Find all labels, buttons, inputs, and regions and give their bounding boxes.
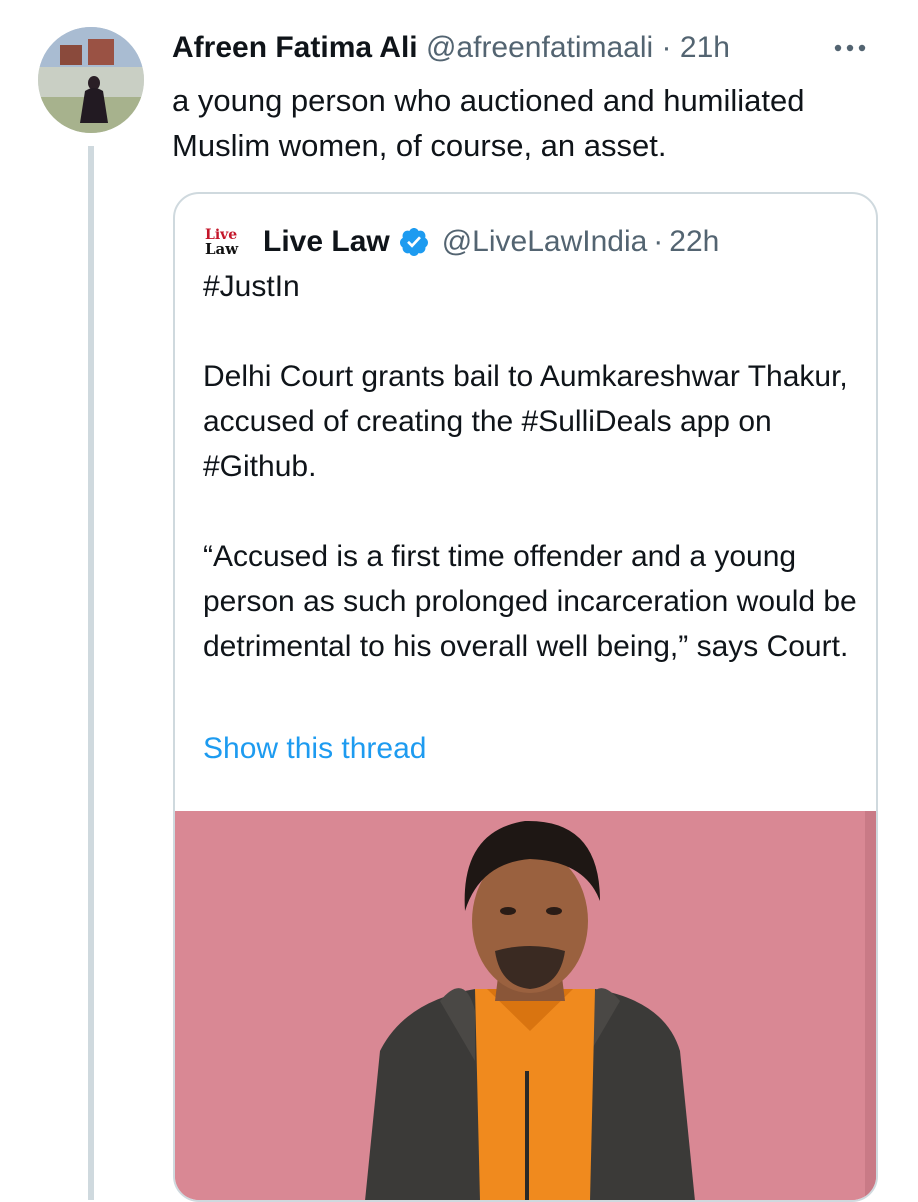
show-thread-link[interactable]: Show this thread [203,726,426,771]
quoted-tweet-text: #JustIn Delhi Court grants bail to Aumka… [203,264,863,669]
tweet-time[interactable]: 21h [680,31,730,64]
logo-line-law: Law [205,239,239,258]
quoted-tweet-time[interactable]: 22h [669,225,719,259]
author-avatar[interactable] [38,27,144,133]
tweet-text: a young person who auctioned and humilia… [172,83,805,163]
verified-badge-icon [399,228,428,256]
thread-connector-line [88,146,94,1200]
author-name[interactable]: Afreen Fatima Ali [172,31,418,64]
person-photo [175,811,876,1200]
more-options-icon[interactable] [830,28,870,68]
quoted-tweet-header: Live Law Live Law @LiveLawIndia · 22h [205,220,719,264]
quoted-tweet-card[interactable]: Live Law Live Law @LiveLawIndia · 22h #J… [173,192,878,1202]
author-handle[interactable]: @afreenfatimaali [426,31,653,64]
tweet-header: Afreen Fatima Ali @afreenfatimaali · 21h [172,28,888,68]
quoted-author-name[interactable]: Live Law [263,225,390,259]
time-separator: · [661,31,672,64]
quoted-paragraph-news: Delhi Court grants bail to Aumkareshwar … [203,360,848,483]
avatar-photo [38,27,144,133]
quoted-time-separator: · [653,225,664,258]
quoted-paragraph-hashtag: #JustIn [203,270,300,303]
quoted-tweet-photo[interactable] [175,811,876,1200]
quoted-paragraph-quote: “Accused is a first time offender and a … [203,540,857,663]
quoted-author-handle[interactable]: @LiveLawIndia [442,225,648,259]
livelaw-logo[interactable]: Live Law [205,220,249,264]
